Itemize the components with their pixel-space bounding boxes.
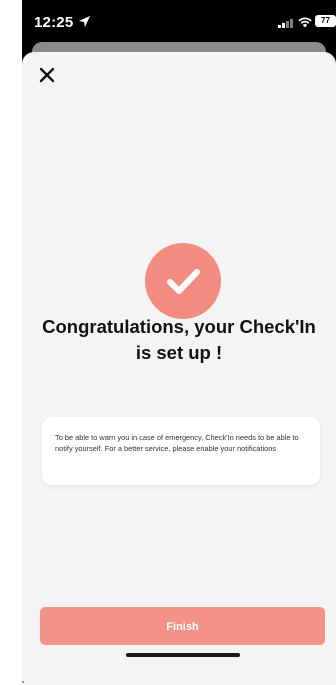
- screen: 12:25 77 Congratulations, your Check'In …: [0, 0, 336, 685]
- close-icon[interactable]: [36, 64, 58, 86]
- info-text: To be able to warn you in case of emerge…: [55, 433, 299, 453]
- phone-screen: 12:25 77 Congratulations, your Check'In …: [22, 0, 336, 685]
- home-indicator: [126, 653, 240, 657]
- success-badge: [145, 243, 221, 319]
- title-line-2: is set up !: [135, 342, 223, 363]
- wifi-icon: [298, 17, 312, 28]
- edge-mark: [22, 681, 24, 683]
- title-line-1: Congratulations, your Check'In: [42, 316, 316, 337]
- modal-sheet: Congratulations, your Check'In is set up…: [22, 52, 336, 685]
- status-time: 12:25: [34, 14, 74, 31]
- status-bar: 12:25 77: [22, 0, 336, 44]
- page-title: Congratulations, your Check'In is set up…: [22, 314, 336, 366]
- battery-icon: 77: [315, 15, 336, 27]
- location-arrow-icon: [78, 15, 91, 28]
- checkmark-icon: [167, 269, 200, 294]
- info-card: To be able to warn you in case of emerge…: [42, 417, 320, 485]
- finish-button[interactable]: Finish: [40, 607, 325, 645]
- signal-icon: [278, 19, 293, 28]
